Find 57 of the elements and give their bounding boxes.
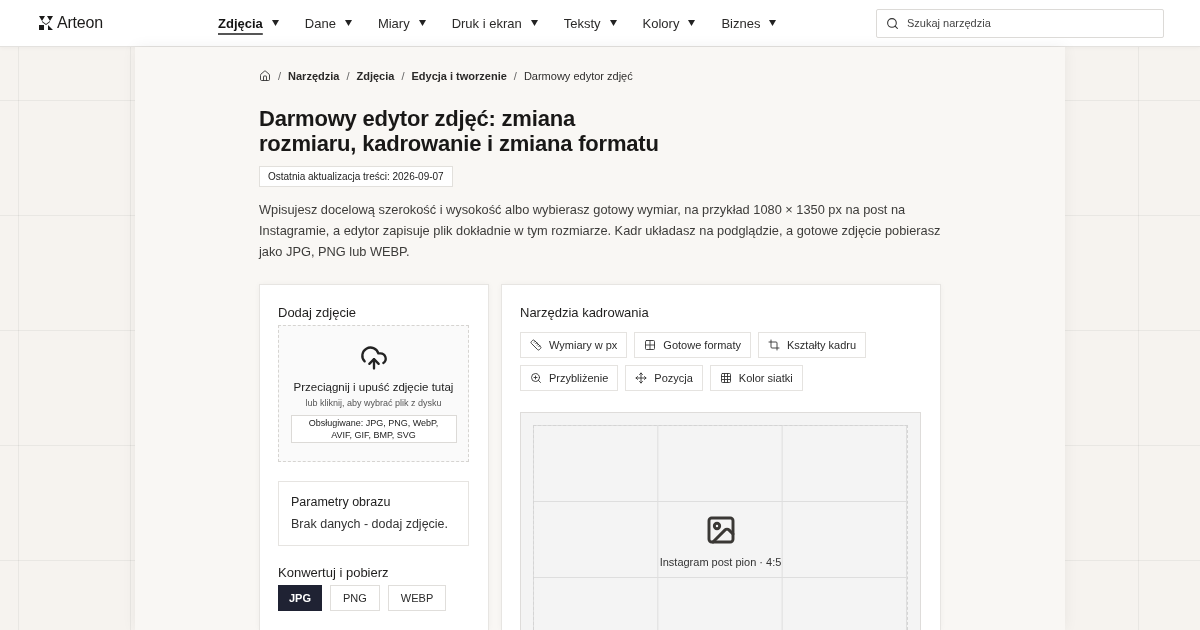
- zoom-in-icon: [530, 372, 542, 384]
- caret-icon: [344, 20, 352, 26]
- ruler-icon: [530, 339, 542, 351]
- caret-icon: [688, 20, 696, 26]
- grid-icon: [644, 339, 657, 351]
- breadcrumb-separator: /: [513, 70, 517, 82]
- breadcrumb-link[interactable]: Narzędzia: [288, 70, 340, 82]
- nav-menu-item[interactable]: Biznes: [721, 13, 777, 33]
- update-date-badge: Ostatnia aktualizacja treści: 2026-09-07: [259, 166, 453, 187]
- nav-menu-item[interactable]: Teksty: [563, 13, 617, 33]
- logo-icon: [39, 16, 53, 30]
- supported-formats-note: Obsługiwane: JPG, PNG, WebP, AVIF, GIF, BMP, SVG: [290, 415, 457, 443]
- breadcrumb-current: Darmowy edytor zdjęć: [523, 70, 633, 82]
- crop-grid-frame[interactable]: Instagram post pion · 4:5: [533, 425, 908, 630]
- breadcrumb-separator: /: [346, 70, 350, 82]
- section-heading: Konwertuj i pobierz: [278, 565, 390, 580]
- nav-menu-item[interactable]: Kolory: [642, 13, 696, 33]
- breadcrumb-link[interactable]: Edycja i tworzenie: [411, 70, 507, 82]
- nav-menu-item[interactable]: Dane: [304, 13, 352, 33]
- format-option-button[interactable]: PNG: [330, 585, 380, 611]
- breadcrumb-link[interactable]: Zdjęcia: [356, 70, 395, 82]
- nav-menu-item[interactable]: Miary: [377, 13, 426, 33]
- caret-icon: [769, 20, 777, 26]
- page-title: Darmowy edytor zdjęć: zmiana rozmiaru, kadrowanie i zmiana formatu: [259, 106, 660, 156]
- intro-paragraph: Wpisujesz docelową szerokość i wysokość albo wybierasz gotowy wymiar, na przykład 1080 × 1350 px na post na Instagramie, a edytor zapisuje plik dokładnie w tym rozmiarze. Kadr układasz na podglądzie, a gotowe zdjęcie pobierasz jako JPG, PNG lub WEBP.: [259, 201, 941, 261]
- breadcrumb-separator: /: [401, 70, 405, 82]
- search-field[interactable]: Szukaj narzędzia: [876, 8, 1164, 38]
- tool-button[interactable]: Pozycja: [625, 365, 703, 391]
- section-heading: Dodaj zdjęcie: [278, 305, 358, 321]
- nav-menu-item[interactable]: Zdjęcia: [218, 13, 279, 33]
- caret-icon: [609, 20, 617, 26]
- breadcrumb-separator: /: [278, 70, 282, 82]
- preview-format-label: Instagram post pion · 4:5: [659, 556, 782, 568]
- caret-icon: [418, 20, 426, 26]
- caret-icon: [530, 20, 538, 26]
- panel-heading: Parametry obrazu: [291, 495, 392, 509]
- grid-icon: [719, 372, 732, 384]
- section-heading: Narzędzia kadrowania: [520, 305, 650, 321]
- empty-state-text: Brak danych - dodaj zdjęcie.: [291, 517, 450, 531]
- search-icon: [886, 16, 899, 30]
- cloud-upload-icon: [359, 344, 388, 372]
- tool-button[interactable]: Wymiary w px: [520, 332, 628, 358]
- tool-button[interactable]: Przybliżenie: [520, 365, 619, 391]
- dropzone-hint: lub kliknij, aby wybrać plik z dysku: [305, 398, 442, 408]
- logo-text[interactable]: Arteon: [57, 14, 103, 32]
- format-option-button[interactable]: WEBP: [387, 585, 447, 611]
- dropzone-title: Przeciągnij i upuść zdjęcie tutaj: [293, 381, 454, 393]
- format-option-button[interactable]: JPG: [278, 585, 322, 611]
- tool-button[interactable]: Kształty kadru: [758, 332, 867, 358]
- tool-button[interactable]: Kolor siatki: [709, 365, 803, 391]
- crop-icon: [768, 339, 780, 351]
- upload-dropzone[interactable]: Przeciągnij i upuść zdjęcie tutaj lub kliknij, aby wybrać plik z dysku Obsługiwane: JPG, PNG, WebP, AVIF, GIF, BMP, SVG: [278, 325, 469, 462]
- move-icon: [635, 372, 648, 384]
- caret-icon: [271, 20, 279, 26]
- tool-button[interactable]: Gotowe formaty: [634, 332, 751, 358]
- home-icon[interactable]: [259, 70, 271, 82]
- nav-menu-item[interactable]: Druk i ekran: [451, 13, 538, 33]
